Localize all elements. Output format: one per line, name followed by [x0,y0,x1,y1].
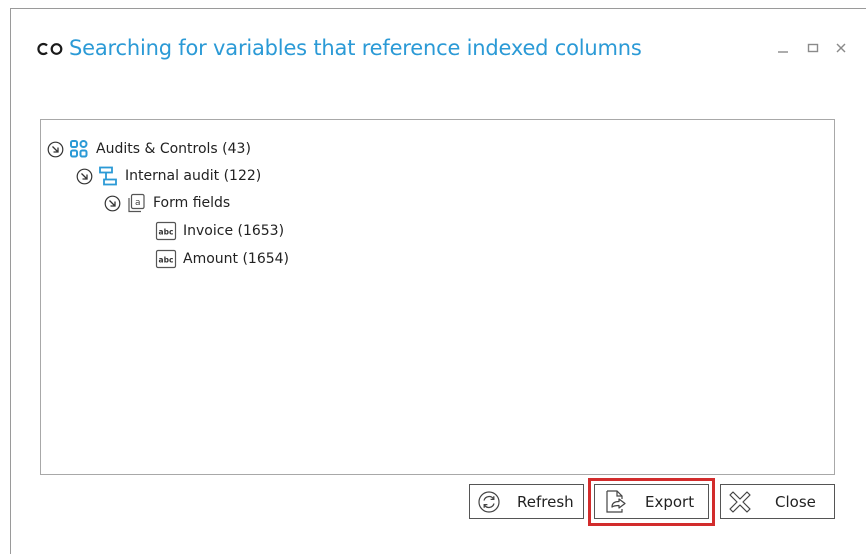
close-x-icon [727,489,753,515]
collapse-arrow-icon[interactable] [47,141,64,158]
tree-node-label: Invoice (1653) [183,223,285,239]
close-button-label: Close [775,492,816,511]
form-fields-icon: a [125,192,147,214]
tree-node-label: Form fields [153,195,231,211]
maximize-button[interactable] [804,38,822,58]
collapse-arrow-icon[interactable] [104,195,121,212]
minimize-button[interactable] [774,38,792,58]
minimize-icon [778,51,788,53]
tree-node-amount[interactable]: abc Amount (1654) [155,248,289,270]
svg-text:abc: abc [159,228,174,237]
dialog-title: Searching for variables that reference i… [69,36,642,60]
close-icon [836,43,846,53]
svg-text:abc: abc [159,256,174,265]
tree-node-label: Internal audit (122) [125,168,262,184]
refresh-icon [476,489,502,515]
app-logo-icon [36,41,66,57]
export-button[interactable]: Export [594,484,709,519]
collapse-arrow-icon[interactable] [76,168,93,185]
window-close-button[interactable] [832,38,850,58]
text-field-icon: abc [155,220,177,242]
maximize-icon [807,43,819,53]
refresh-button[interactable]: Refresh [469,484,584,519]
workflow-icon [97,165,119,187]
svg-text:a: a [135,198,141,208]
tree-node-label: Audits & Controls (43) [96,141,251,157]
export-button-label: Export [645,492,695,511]
export-icon [603,489,629,515]
text-field-icon: abc [155,248,177,270]
tree-node-form-fields[interactable]: a Form fields [104,192,230,214]
tree-node-audits[interactable]: Audits & Controls (43) [47,138,251,160]
tree-node-invoice[interactable]: abc Invoice (1653) [155,220,284,242]
tree-node-internal-audit[interactable]: Internal audit (122) [76,165,261,187]
process-group-icon [68,138,90,160]
close-button[interactable]: Close [720,484,835,519]
tree-node-label: Amount (1654) [183,251,290,267]
refresh-button-label: Refresh [517,492,574,511]
